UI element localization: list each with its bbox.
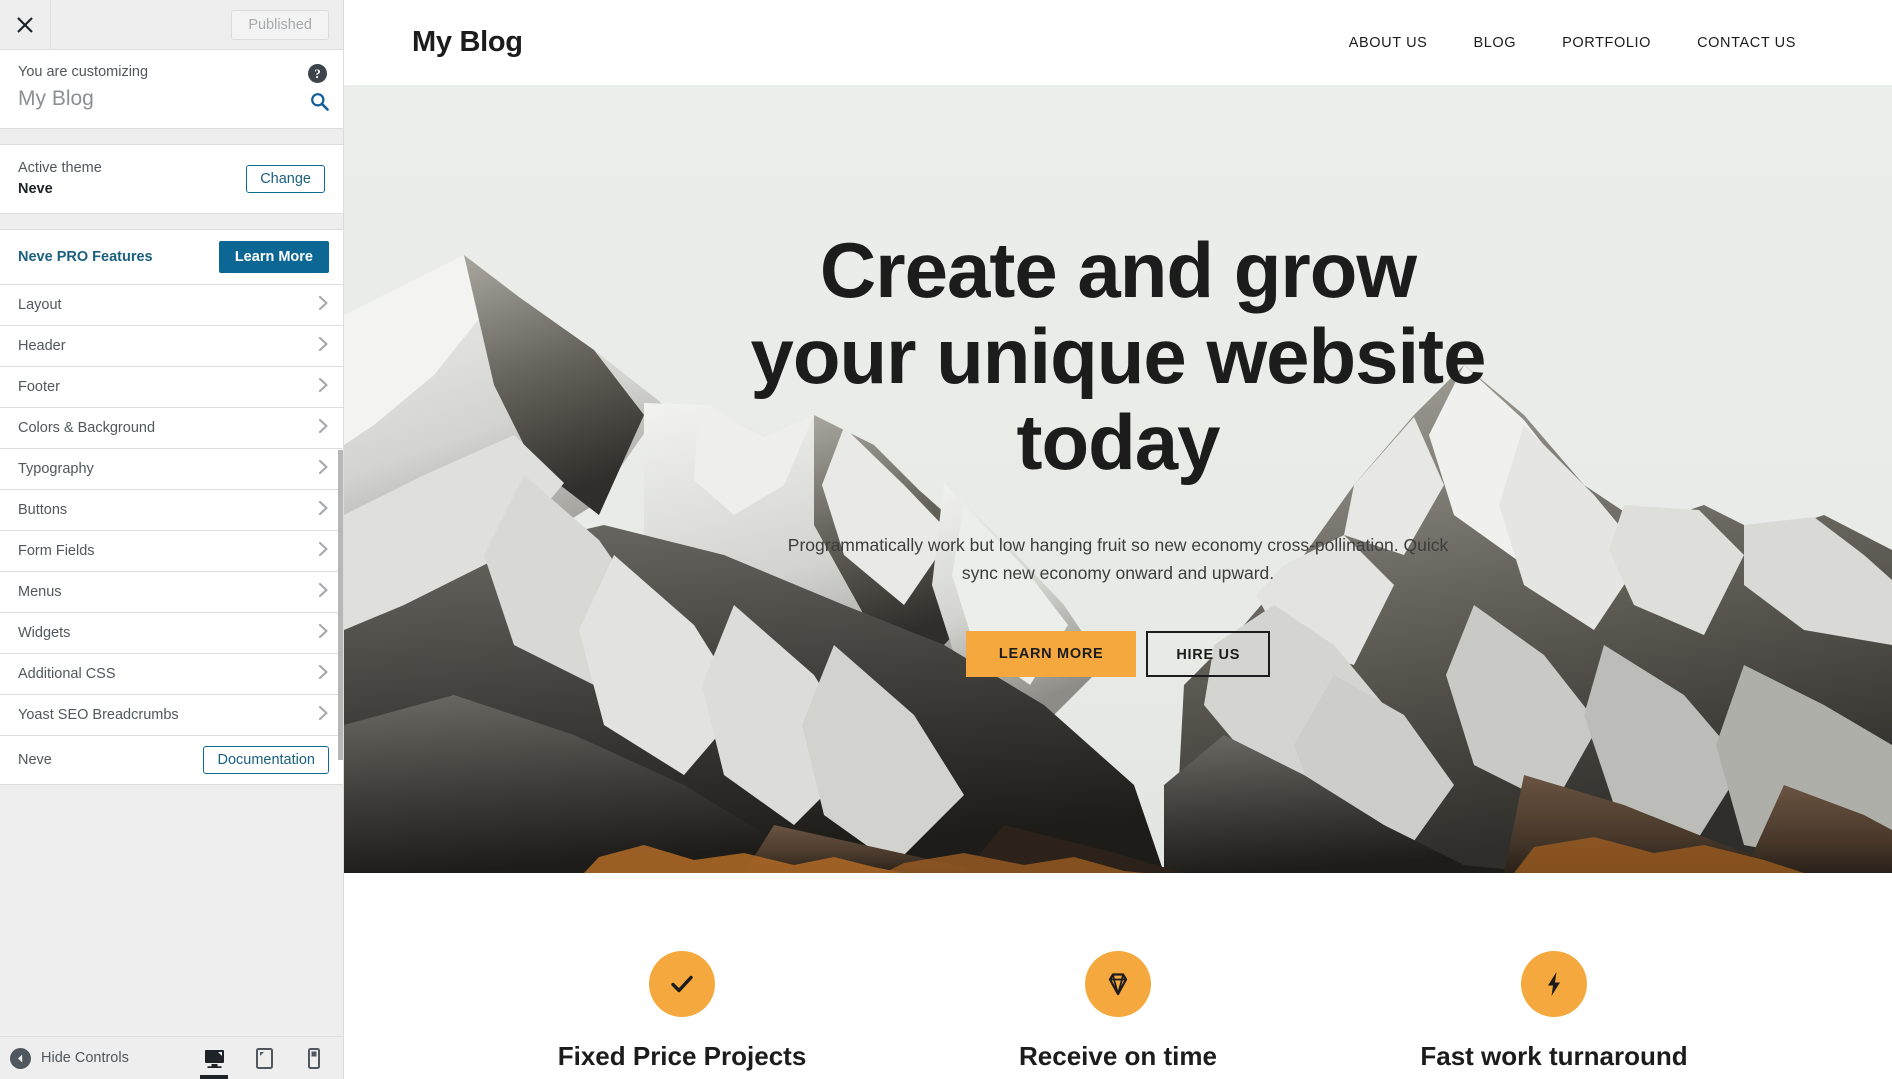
close-icon-glyph [17, 16, 33, 33]
site-logo[interactable]: My Blog [412, 26, 523, 59]
hide-controls-label: Hide Controls [41, 1050, 129, 1066]
panel-gap-1 [0, 129, 343, 144]
nav-link-contact-us[interactable]: CONTACT US [1697, 35, 1796, 51]
chevron-right-icon [318, 623, 329, 644]
mobile-icon [308, 1047, 320, 1069]
sidebar-item-label: Menus [18, 584, 62, 600]
close-icon[interactable] [0, 0, 51, 49]
sidebar-item-header[interactable]: Header [0, 326, 343, 367]
sidebar-item-label: Form Fields [18, 543, 95, 559]
chevron-right-icon [318, 664, 329, 685]
sidebar-item-label: Typography [18, 461, 94, 477]
site-navigation: ABOUT US BLOG PORTFOLIO CONTACT US [1349, 35, 1796, 51]
hire-us-cta-button[interactable]: HIRE US [1146, 631, 1271, 677]
active-theme-label: Active theme [18, 160, 102, 176]
collapse-arrow-icon [10, 1047, 31, 1069]
nav-link-blog[interactable]: BLOG [1473, 35, 1516, 51]
feature-title: Fast work turnaround [1420, 1041, 1688, 1071]
device-tablet-button[interactable] [249, 1037, 279, 1079]
sidebar-item-footer[interactable]: Footer [0, 367, 343, 408]
sidebar-item-additional-css[interactable]: Additional CSS [0, 654, 343, 695]
chevron-right-icon [318, 459, 329, 480]
bolt-icon [1521, 951, 1587, 1017]
chevron-right-icon [318, 336, 329, 357]
tablet-icon [255, 1047, 273, 1069]
nav-link-portfolio[interactable]: PORTFOLIO [1562, 35, 1651, 51]
learn-more-cta-button[interactable]: LEARN MORE [965, 631, 1137, 677]
chevron-right-icon [318, 541, 329, 562]
customizing-info: You are customizing My Blog ? [0, 50, 343, 129]
nav-link-about-us[interactable]: ABOUT US [1349, 35, 1428, 51]
neve-pro-label: Neve PRO Features [18, 249, 153, 265]
site-preview[interactable]: My Blog ABOUT US BLOG PORTFOLIO CONTACT US [344, 0, 1892, 1079]
sidebar-item-layout[interactable]: Layout [0, 285, 343, 326]
collapse-arrow-glyph [18, 1054, 23, 1062]
sidebar-item-label: Widgets [18, 625, 71, 641]
sidebar-item-label: Footer [18, 379, 60, 395]
panel-scrollbar[interactable] [338, 450, 343, 760]
sidebar-item-buttons[interactable]: Buttons [0, 490, 343, 531]
hide-controls-button[interactable]: Hide Controls [10, 1047, 199, 1069]
feature-card: Receive on time [900, 951, 1336, 1072]
documentation-button[interactable]: Documentation [203, 746, 329, 774]
hero-section: Create and grow your unique website toda… [344, 85, 1892, 873]
sidebar-item-label: Layout [18, 297, 62, 313]
features-section: Fixed Price Projects Receive on time Fast … [344, 873, 1892, 1072]
customizer-panel-scroll[interactable]: You are customizing My Blog ? Active the… [0, 50, 343, 1036]
chevron-right-icon [318, 582, 329, 603]
neve-pro-row: Neve PRO Features Learn More [0, 229, 343, 285]
site-header: My Blog ABOUT US BLOG PORTFOLIO CONTACT US [344, 0, 1892, 85]
sidebar-item-yoast-seo-breadcrumbs[interactable]: Yoast SEO Breadcrumbs [0, 695, 343, 736]
help-icon[interactable]: ? [308, 64, 327, 83]
sidebar-item-label: Header [18, 338, 66, 354]
panel-gap-2 [0, 214, 343, 229]
feature-title: Fixed Price Projects [557, 1041, 807, 1071]
active-theme-name: Neve [18, 181, 53, 197]
customizing-label: You are customizing [18, 64, 149, 80]
publish-area: Published [51, 9, 343, 40]
neve-documentation-row: Neve Documentation [0, 736, 343, 785]
neve-footer-label: Neve [18, 752, 52, 768]
feature-card: Fixed Price Projects [464, 951, 900, 1072]
hero-title: Create and grow your unique website toda… [750, 226, 1486, 486]
chevron-right-icon [318, 500, 329, 521]
customizer-section-list: Layout Header Footer Colors & Background Typ… [0, 285, 343, 736]
sidebar-item-label: Additional CSS [18, 666, 116, 682]
device-preview-group [199, 1037, 329, 1079]
customizer-topbar: Published [0, 0, 343, 50]
chevron-right-icon [318, 377, 329, 398]
feature-card: Fast work turnaround [1336, 951, 1772, 1072]
active-theme-text: Active theme Neve [18, 159, 246, 199]
hero-content: Create and grow your unique website toda… [344, 85, 1892, 677]
change-theme-button[interactable]: Change [246, 165, 325, 193]
chevron-right-icon [318, 295, 329, 316]
hero-subtitle: Programmatically work but low hanging fr… [787, 535, 1449, 583]
desktop-icon [204, 1049, 224, 1068]
sidebar-item-colors-background[interactable]: Colors & Background [0, 408, 343, 449]
device-desktop-button[interactable] [199, 1037, 229, 1079]
sidebar-item-widgets[interactable]: Widgets [0, 613, 343, 654]
search-icon-glyph [311, 93, 329, 111]
sidebar-item-form-fields[interactable]: Form Fields [0, 531, 343, 572]
customizer-bottom-bar: Hide Controls [0, 1036, 343, 1079]
learn-more-button[interactable]: Learn More [218, 241, 329, 273]
customizer-screen: Published You are customizing My Blog ? … [0, 0, 1892, 1079]
sidebar-item-menus[interactable]: Menus [0, 572, 343, 613]
sidebar-item-label: Yoast SEO Breadcrumbs [18, 707, 179, 723]
chevron-right-icon [318, 705, 329, 726]
chevron-right-icon [318, 418, 329, 439]
gem-icon [1085, 951, 1151, 1017]
check-icon [649, 951, 715, 1017]
search-icon[interactable] [310, 92, 329, 116]
customizer-sidebar: Published You are customizing My Blog ? … [0, 0, 344, 1079]
sidebar-item-typography[interactable]: Typography [0, 449, 343, 490]
active-theme-row: Active theme Neve Change [0, 144, 343, 214]
sidebar-item-label: Buttons [18, 502, 68, 518]
sidebar-item-label: Colors & Background [18, 420, 156, 436]
hero-button-group: LEARN MORE HIRE US [344, 631, 1892, 677]
site-title-label: My Blog [18, 87, 94, 110]
publish-button[interactable]: Published [231, 9, 329, 40]
device-mobile-button[interactable] [299, 1037, 329, 1079]
feature-title: Receive on time [1019, 1041, 1217, 1071]
